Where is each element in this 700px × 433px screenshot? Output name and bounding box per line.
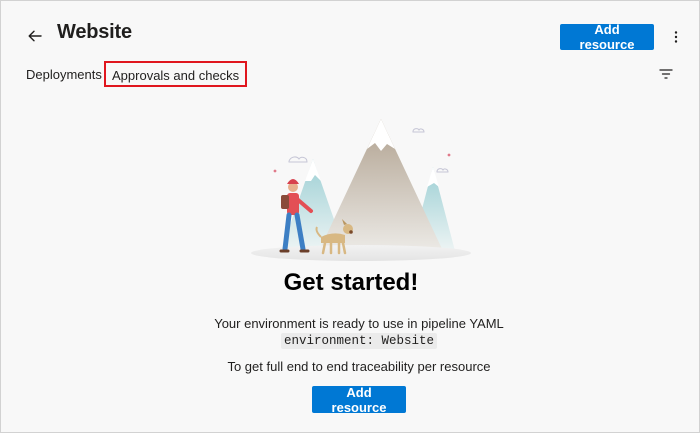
back-button[interactable] [25, 26, 45, 46]
page-title: Website [57, 21, 132, 43]
empty-state-description: Your environment is ready to use in pipe… [214, 316, 504, 331]
tab-bar: Deployments Approvals and checks [1, 59, 700, 91]
tab-approvals-and-checks[interactable]: Approvals and checks [104, 61, 248, 87]
more-vertical-icon [674, 31, 678, 43]
yaml-snippet-row: environment: Website [1, 331, 700, 349]
filter-icon [659, 69, 673, 79]
tab-deployments[interactable]: Deployments [26, 59, 102, 91]
empty-state-add-resource-button[interactable]: Add resource [312, 385, 406, 415]
app-frame: Website Add resource Deployments Approva… [0, 0, 700, 433]
traceability-text: To get full end to end traceability per … [227, 359, 491, 374]
add-resource-button[interactable]: Add resource [560, 22, 654, 52]
arrow-left-icon [28, 30, 42, 42]
filter-button[interactable] [657, 66, 675, 82]
yaml-code-snippet: environment: Website [280, 333, 438, 349]
empty-state-headline: Get started! [283, 269, 419, 296]
more-options-button[interactable] [667, 28, 685, 46]
mountain-hiker-illustration [251, 119, 471, 261]
